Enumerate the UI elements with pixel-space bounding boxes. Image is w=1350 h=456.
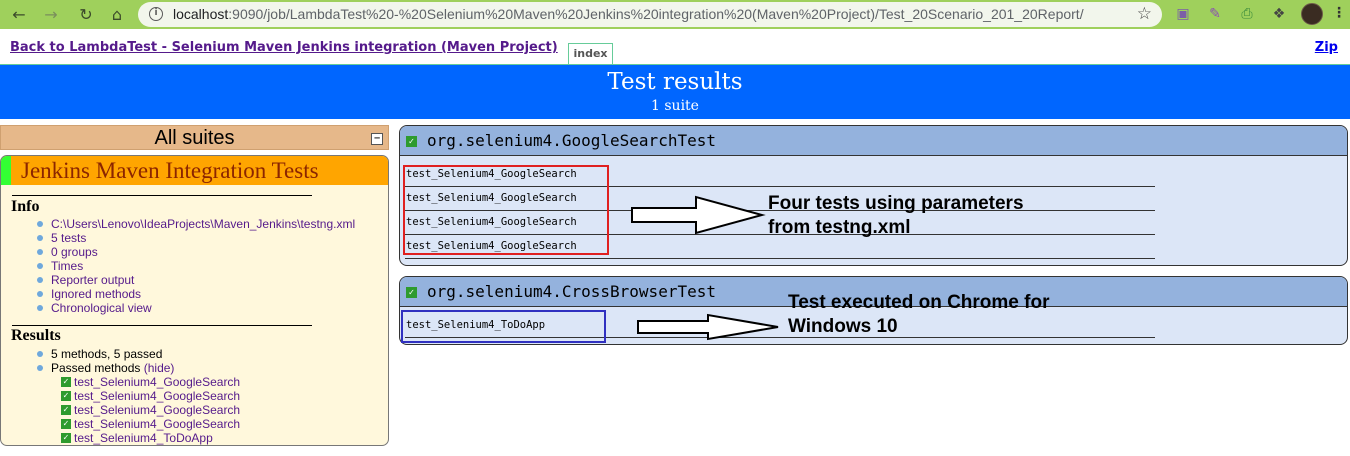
collapse-icon[interactable]: − [371,133,383,145]
passed-method-link[interactable]: test_Selenium4_ToDoApp [74,431,213,445]
suite-card: Jenkins Maven Integration Tests Info C:\… [0,155,389,446]
info-list: C:\Users\Lenovo\IdeaProjects\Maven_Jenki… [1,217,355,315]
bullet-icon [37,263,43,269]
suite-header[interactable]: Jenkins Maven Integration Tests [1,156,388,185]
passed-methods-item: Passed methods (hide) [1,361,174,375]
page-title: Test results [607,69,743,95]
passed-methods-list: ✓ test_Selenium4_GoogleSearch ✓ test_Selen… [1,375,240,445]
info-link[interactable]: 5 tests [51,231,86,245]
info-link[interactable]: Ignored methods [51,287,141,301]
suites-panel: All suites − Jenkins Maven Integration T… [0,125,389,446]
bullet-icon [37,277,43,283]
pass-check-icon: ✓ [406,136,417,147]
passed-method-link[interactable]: test_Selenium4_GoogleSearch [74,389,240,403]
annotation-text: Test executed on Chrome for Windows 10 [788,291,1049,339]
annotation-line: Windows 10 [788,316,898,337]
all-suites-header: All suites − [0,125,389,150]
bullet-icon [37,221,43,227]
pass-check-icon: ✓ [61,391,71,401]
pass-check-icon: ✓ [406,287,417,298]
info-item-times[interactable]: Times [1,259,355,273]
bullet-icon [37,249,43,255]
info-item-ignored-methods[interactable]: Ignored methods [1,287,355,301]
annotation-line: Four tests using parameters [768,193,1024,214]
bullet-icon [37,235,43,241]
back-to-job-link[interactable]: Back to LambdaTest - Selenium Maven Jenk… [10,40,558,55]
class-name: org.selenium4.CrossBrowserTest [427,282,716,301]
pass-check-icon: ✓ [61,405,71,415]
hide-link[interactable]: (hide) [144,361,175,375]
all-suites-label: All suites [154,127,235,149]
annotation-line: from testng.xml [768,217,911,238]
class-name: org.selenium4.GoogleSearchTest [427,131,716,150]
home-icon[interactable]: ⌂ [106,4,128,26]
info-link[interactable]: Chronological view [51,301,152,315]
extension-cube-icon[interactable]: ▣ [1174,5,1192,23]
results-summary-text: 5 methods, 5 passed [51,347,163,361]
back-arrow-icon[interactable]: ← [8,4,30,26]
results-list: 5 methods, 5 passed Passed methods (hide… [1,347,174,375]
highlight-box-red [403,165,609,255]
info-link[interactable]: Times [51,259,83,273]
passed-methods-label: Passed methods [51,361,141,375]
passed-method-link[interactable]: test_Selenium4_GoogleSearch [74,417,240,431]
highlight-box-blue [401,310,606,343]
right-arrow-icon [631,195,766,235]
extension-printer-icon[interactable]: ⎙ [1238,5,1256,23]
divider [12,195,312,196]
pass-check-icon: ✓ [61,377,71,387]
url-text[interactable]: localhost:9090/job/LambdaTest%20-%20Sele… [173,6,1084,22]
url-path: :9090/job/LambdaTest%20-%20Selenium%20Ma… [228,6,1084,22]
passed-method-link[interactable]: test_Selenium4_GoogleSearch [74,403,240,417]
reload-icon[interactable]: ↻ [75,4,97,26]
info-item-chronological-view[interactable]: Chronological view [1,301,355,315]
info-link[interactable]: Reporter output [51,273,134,287]
tab-index[interactable]: index [568,43,613,64]
results-summary: 5 methods, 5 passed [1,347,174,361]
passed-method-item[interactable]: ✓ test_Selenium4_GoogleSearch [1,389,240,403]
suite-name: Jenkins Maven Integration Tests [21,158,319,183]
suite-count: 1 suite [651,98,699,114]
annotation-line: Test executed on Chrome for [788,292,1050,313]
info-item-reporter-output[interactable]: Reporter output [1,273,355,287]
info-item-testng-path[interactable]: C:\Users\Lenovo\IdeaProjects\Maven_Jenki… [1,217,355,231]
bookmark-star-icon[interactable]: ☆ [1137,4,1152,24]
pass-check-icon: ✓ [61,419,71,429]
suite-status-bar [1,156,11,185]
right-arrow-icon [637,313,779,341]
zip-link[interactable]: Zip [1315,40,1338,55]
info-item-tests[interactable]: 5 tests [1,231,355,245]
passed-method-link[interactable]: test_Selenium4_GoogleSearch [74,375,240,389]
bullet-icon [37,351,43,357]
passed-method-item[interactable]: ✓ test_Selenium4_ToDoApp [1,431,240,445]
extensions-puzzle-icon[interactable]: ❖ [1270,5,1288,23]
passed-method-item[interactable]: ✓ test_Selenium4_GoogleSearch [1,375,240,389]
bullet-icon [37,291,43,297]
passed-method-item[interactable]: ✓ test_Selenium4_GoogleSearch [1,417,240,431]
info-link[interactable]: C:\Users\Lenovo\IdeaProjects\Maven_Jenki… [51,217,355,231]
annotation-text: Four tests using parameters from testng.… [768,192,1024,240]
forward-arrow-icon[interactable]: → [40,4,62,26]
bullet-icon [37,305,43,311]
pass-check-icon: ✓ [61,433,71,443]
class-header[interactable]: ✓ org.selenium4.GoogleSearchTest [400,126,1347,156]
passed-method-item[interactable]: ✓ test_Selenium4_GoogleSearch [1,403,240,417]
address-bar[interactable]: i localhost:9090/job/LambdaTest%20-%20Se… [138,2,1162,27]
info-heading: Info [11,198,40,215]
url-host: localhost [173,6,229,22]
results-banner: Test results 1 suite [0,64,1350,119]
browser-toolbar: ← → ↻ ⌂ i localhost:9090/job/LambdaTest%… [0,0,1350,29]
kebab-menu-icon[interactable]: ⋮ [1332,5,1346,21]
bullet-icon [37,365,43,371]
divider [12,325,312,326]
profile-avatar[interactable] [1301,3,1323,25]
info-link[interactable]: 0 groups [51,245,98,259]
info-item-groups[interactable]: 0 groups [1,245,355,259]
extension-pen-icon[interactable]: ✎ [1206,5,1224,23]
results-heading: Results [11,327,61,344]
site-info-icon[interactable]: i [149,7,163,21]
